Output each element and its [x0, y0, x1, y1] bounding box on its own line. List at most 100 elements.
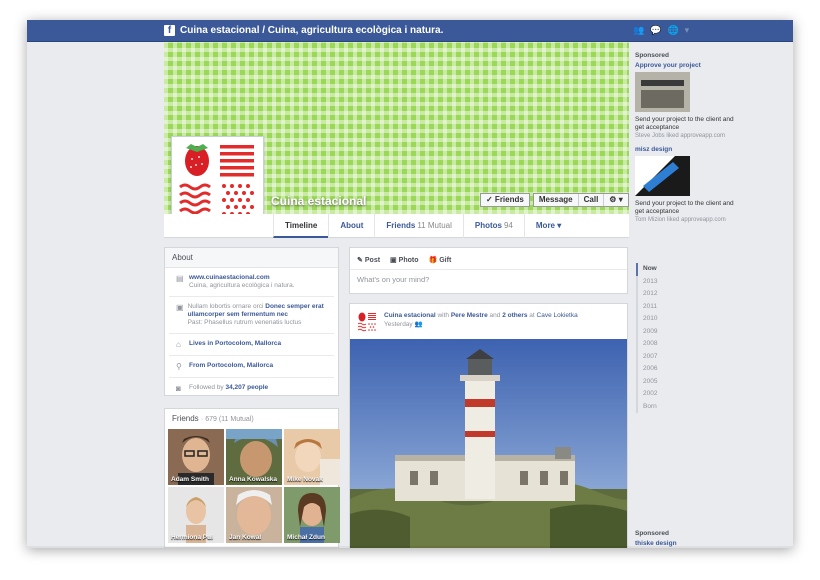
ad-image[interactable] — [635, 72, 690, 112]
year-link[interactable]: 2007 — [638, 351, 676, 364]
status-input[interactable]: What's on your mind? — [350, 270, 627, 289]
followed-by-label: Followed by — [189, 384, 224, 391]
tab-friends[interactable]: Friends 11 Mutual — [374, 214, 462, 238]
friend-name: Hermiona Pui — [171, 534, 213, 541]
tagged-others[interactable]: 2 others — [502, 312, 527, 319]
home-icon: ⌂ — [176, 340, 181, 349]
work-past: Past: Phasellus rutrum venenatis luctus — [187, 319, 302, 326]
timeline-year-nav: Now 2013 2012 2011 2010 2009 2008 2007 2… — [636, 263, 676, 413]
with-text: with — [437, 312, 450, 319]
post-author[interactable]: Cuina estacional — [384, 312, 436, 319]
friend-name: Anna Kowalska — [229, 476, 278, 483]
top-icons: 👥 💬 🌐 ▾ — [633, 25, 689, 36]
notifications-icon[interactable]: 🌐 — [667, 25, 678, 36]
tab-label: Timeline — [285, 221, 318, 230]
rss-icon: ◙ — [176, 384, 181, 393]
friend-name: Michał Zdun — [287, 534, 325, 541]
year-link[interactable]: 2006 — [638, 363, 676, 376]
year-link[interactable]: 2010 — [638, 313, 676, 326]
post-photo[interactable] — [350, 339, 627, 548]
tab-timeline[interactable]: Timeline — [273, 214, 329, 238]
friends-button[interactable]: ✓ Friends — [480, 193, 530, 207]
page-name: Cuina estacional — [271, 194, 367, 208]
year-link[interactable]: 2002 — [638, 388, 676, 401]
friend-name: Mike Novak — [287, 476, 323, 483]
from-location[interactable]: From Portocolom, Mallorca — [189, 362, 273, 371]
bottom-ad: Sponsored thiske design — [634, 520, 734, 547]
friends-audience-icon[interactable]: 👥 — [414, 321, 422, 328]
composer-gift-tab[interactable]: 🎁 Gift — [429, 256, 452, 264]
settings-caret-icon[interactable]: ▾ — [685, 25, 690, 36]
message-call-group: Message Call ⚙ ▾ — [532, 193, 629, 207]
at-text: at — [529, 312, 535, 319]
year-link[interactable]: 2012 — [638, 288, 676, 301]
friend-tile[interactable]: Mike Novak — [284, 429, 340, 485]
post-time[interactable]: Yesterday — [384, 321, 413, 328]
post-author-avatar[interactable] — [356, 311, 378, 333]
composer-photo-tab[interactable]: ▣ Photo — [390, 256, 418, 264]
ad-title[interactable]: Approve your project — [635, 62, 734, 69]
tab-label: More ▾ — [535, 221, 562, 230]
friends-box: Friends · 679 (11 Mutual) Adam Smith Ann… — [164, 408, 340, 548]
sponsored-label[interactable]: Sponsored — [635, 52, 734, 59]
friend-tile[interactable]: Anna Kowalska — [226, 429, 282, 485]
post-location[interactable]: Cave Lokietka — [537, 312, 578, 319]
about-followers-row: ◙ Followed by 34,207 people — [169, 378, 334, 399]
year-link[interactable]: Now — [636, 263, 676, 276]
call-button[interactable]: Call — [579, 194, 605, 206]
website-description: Cuina, agricultura ecològica i natura. — [189, 282, 295, 289]
year-link[interactable]: Born — [638, 401, 676, 414]
pencil-icon: ✎ — [357, 257, 363, 264]
friend-tile[interactable]: Michał Zdun — [284, 487, 340, 543]
facebook-top-bar: f Cuina estacional / Cuina, agricultura … — [27, 20, 793, 42]
work-text: Nullam lobortis ornare orci — [187, 303, 264, 310]
composer-post-tab[interactable]: ✎ Post — [357, 256, 380, 264]
tab-about[interactable]: About — [328, 214, 374, 238]
lives-in[interactable]: Lives in Portocolom, Mallorca — [189, 340, 281, 349]
window-title: Cuina estacional / Cuina, agricultura ec… — [180, 25, 444, 36]
ad-title[interactable]: misz design — [635, 146, 734, 153]
about-from-row: ⚲ From Portocolom, Mallorca — [169, 356, 334, 378]
ad-text[interactable]: Send your project to the client and get … — [635, 116, 734, 131]
photo-label: Photo — [398, 257, 419, 264]
facebook-logo-icon[interactable]: f — [164, 25, 175, 36]
tab-more[interactable]: More ▾ — [523, 214, 572, 238]
friend-requests-icon[interactable]: 👥 — [633, 25, 644, 36]
lighthouse-photo — [350, 339, 627, 548]
gift-icon: 🎁 — [428, 257, 438, 264]
ad-text[interactable]: Send your project to the client and get … — [635, 200, 734, 215]
year-link[interactable]: 2013 — [638, 276, 676, 289]
friends-count: · 679 (11 Mutual) — [200, 416, 254, 423]
tab-photos[interactable]: Photos 94 — [462, 214, 524, 238]
sponsored-label[interactable]: Sponsored — [635, 530, 734, 537]
timeline-post: Cuina estacional with Pere Mestre and 2 … — [349, 303, 628, 548]
followers-link[interactable]: 34,207 people — [226, 384, 269, 391]
gift-label: Gift — [439, 257, 452, 264]
about-heading: About — [165, 248, 338, 268]
about-lives-row: ⌂ Lives in Portocolom, Mallorca — [169, 334, 334, 356]
and-text: and — [489, 312, 501, 319]
friend-tile[interactable]: Jan Kowal — [226, 487, 282, 543]
settings-gear-button[interactable]: ⚙ ▾ — [604, 194, 627, 206]
ad-social-context: Steve Jobs liked approveapp.com — [635, 133, 726, 139]
ad-image[interactable] — [635, 156, 690, 196]
message-button[interactable]: Message — [534, 194, 579, 206]
website-link[interactable]: www.cuinaestacional.com — [189, 274, 295, 282]
friend-tile[interactable]: Adam Smith — [168, 429, 224, 485]
location-pin-icon: ⚲ — [176, 362, 182, 371]
tagged-friend[interactable]: Pere Mestre — [451, 312, 488, 319]
friend-tile[interactable]: Hermiona Pui — [168, 487, 224, 543]
year-link[interactable]: 2011 — [638, 301, 676, 314]
friends-heading[interactable]: Friends — [172, 414, 199, 423]
tab-count: 11 Mutual — [417, 221, 452, 230]
year-link[interactable]: 2009 — [638, 326, 676, 339]
friend-name: Jan Kowal — [229, 534, 262, 541]
post-label: Post — [364, 257, 381, 264]
messages-icon[interactable]: 💬 — [650, 25, 661, 36]
tab-label: Friends — [386, 221, 416, 230]
status-composer: ✎ Post ▣ Photo 🎁 Gift What's on your mind? — [349, 247, 628, 294]
about-box: About ▤ www.cuinaestacional.com Cuina, a… — [164, 247, 339, 396]
year-link[interactable]: 2005 — [638, 376, 676, 389]
friend-name: Adam Smith — [171, 476, 209, 483]
year-link[interactable]: 2008 — [638, 338, 676, 351]
